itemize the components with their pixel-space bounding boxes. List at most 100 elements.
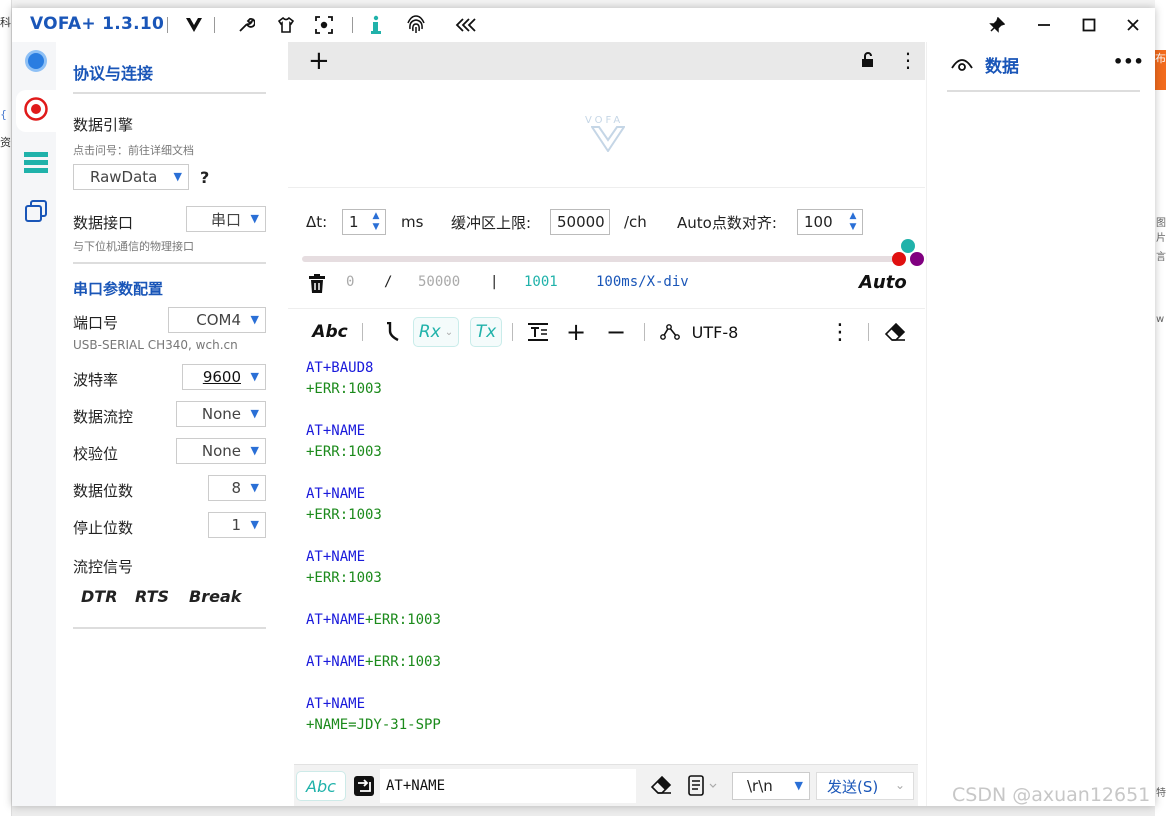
baud-value: 9600	[202, 368, 241, 386]
flow-control-label: 数据流控	[73, 408, 134, 426]
stop-bits-label: 停止位数	[73, 519, 134, 537]
eraser-icon[interactable]	[650, 775, 672, 798]
spinner-icon[interactable]: ▲ ▼	[369, 211, 383, 233]
auto-align-label: Auto点数对齐:	[677, 213, 777, 232]
log-line: AT+NAME	[306, 696, 366, 712]
spinner-icon[interactable]: ▲ ▼	[846, 211, 860, 233]
background-text: 特	[1156, 788, 1166, 799]
document-icon[interactable]	[688, 775, 718, 801]
dtr-toggle[interactable]: DTR	[81, 587, 118, 606]
phone-icon[interactable]	[380, 317, 404, 347]
timeline-slider[interactable]	[302, 256, 896, 262]
tx-toggle[interactable]: Tx	[470, 317, 502, 347]
background-app-right: 布 图片 言 w 特	[1155, 0, 1166, 816]
log-line: AT+NAME	[306, 486, 366, 502]
more-horizontal-icon[interactable]: •••	[1113, 52, 1144, 71]
break-toggle[interactable]: Break	[189, 587, 241, 606]
main-viewer: + ⋮ VOFA Δt: 1 ▲ ▼ ms 缓冲区上限: 50000 /ch Au…	[288, 42, 925, 806]
rail-item-connection[interactable]	[16, 42, 56, 84]
unlock-icon[interactable]	[860, 52, 876, 72]
fingerprint-icon[interactable]	[404, 13, 428, 37]
port-select[interactable]: COM4 ▼	[168, 307, 266, 333]
toolbar-separator	[362, 323, 363, 341]
data-bits-select[interactable]: 8 ▼	[208, 475, 266, 501]
line-ending-select[interactable]: \r\n ▼	[732, 772, 810, 800]
auto-align-input[interactable]: 100 ▲ ▼	[797, 209, 863, 235]
abc-button[interactable]: Abc	[310, 317, 350, 347]
vofa-logo-icon[interactable]	[182, 13, 206, 37]
pin-icon[interactable]	[982, 12, 1012, 38]
toolbar-separator	[352, 17, 353, 33]
encoding-select[interactable]: UTF-8	[690, 317, 740, 347]
stop-bits-value: 1	[231, 516, 241, 534]
rail-item-list[interactable]	[16, 144, 56, 186]
background-text: 言	[1156, 252, 1166, 263]
parity-select[interactable]: None ▼	[176, 438, 266, 464]
trash-icon[interactable]	[308, 274, 326, 298]
baud-label: 波特率	[73, 371, 119, 389]
help-button[interactable]: ?	[200, 168, 209, 187]
buffer-input[interactable]: 50000	[550, 209, 610, 235]
toolbar-separator	[214, 17, 215, 33]
send-input-value: AT+NAME	[386, 778, 446, 794]
add-tab-button[interactable]: +	[308, 46, 330, 76]
more-vertical-icon[interactable]: ⋮	[898, 48, 918, 72]
channel-dot-cyan[interactable]	[901, 239, 915, 253]
interface-select[interactable]: 串口 ▼	[186, 206, 266, 232]
info-icon[interactable]	[364, 13, 388, 37]
log-line: AT+NAME	[306, 423, 366, 439]
stat-max: 50000	[418, 274, 461, 290]
maximize-icon[interactable]	[1074, 12, 1104, 38]
wrench-icon[interactable]	[234, 13, 258, 37]
stop-bits-select[interactable]: 1 ▼	[208, 512, 266, 538]
buffer-label: 缓冲区上限:	[451, 213, 532, 232]
more-vertical-icon[interactable]: ⋮	[829, 317, 851, 347]
zoom-in-button[interactable]: +	[564, 317, 588, 347]
channel-dot-red[interactable]	[892, 252, 906, 266]
data-panel-title: 数据	[985, 57, 1019, 77]
chevron-down-icon: ⌄	[894, 778, 905, 792]
tshirt-icon[interactable]	[274, 13, 298, 37]
rx-toggle[interactable]: Rx ⌄	[413, 317, 459, 347]
eraser-icon[interactable]	[882, 317, 908, 347]
dt-input[interactable]: 1 ▲ ▼	[342, 209, 386, 235]
zoom-out-button[interactable]: −	[604, 317, 628, 347]
screenshot-icon[interactable]	[312, 13, 336, 37]
text-format-icon[interactable]	[526, 317, 550, 347]
baud-input[interactable]: 9600 ▼	[182, 364, 266, 390]
rts-toggle[interactable]: RTS	[135, 587, 169, 606]
minimize-icon[interactable]	[1029, 12, 1059, 38]
channel-dot-purple[interactable]	[910, 252, 924, 266]
engine-select[interactable]: RawData ▼	[73, 164, 189, 190]
rail-item-record[interactable]	[16, 90, 56, 132]
stat-division: 100ms/X-div	[596, 274, 689, 290]
vofa-window: VOFA+ 1.3.10 协议与连接 数据引擎 点击问号：前往详细文档 RawD…	[12, 8, 1155, 806]
send-input[interactable]: AT+NAME	[380, 769, 636, 803]
engine-hint: 点击问号：前往详细文档	[73, 144, 194, 157]
interface-label: 数据接口	[73, 214, 134, 232]
rail-item-windows[interactable]	[16, 192, 56, 234]
close-icon[interactable]	[1118, 12, 1148, 38]
parity-label: 校验位	[73, 445, 119, 463]
panel-title: 协议与连接	[73, 64, 154, 83]
auto-mode-button[interactable]: Auto	[859, 272, 907, 293]
background-text: 资	[0, 136, 11, 149]
send-button[interactable]: 发送(S) ⌄	[816, 772, 914, 800]
flow-control-select[interactable]: None ▼	[176, 401, 266, 427]
send-abc-toggle[interactable]: Abc	[296, 771, 346, 801]
log-line: +NAME=JDY-31-SPP	[306, 717, 441, 733]
network-icon[interactable]	[658, 317, 682, 347]
serial-config-title: 串口参数配置	[73, 280, 164, 298]
buffer-value: 50000	[557, 213, 605, 231]
port-label: 端口号	[73, 314, 119, 332]
log-line: +ERR:1003	[306, 570, 382, 586]
port-select-value: COM4	[196, 311, 241, 329]
background-text: 布	[1155, 52, 1166, 65]
protocol-panel: 协议与连接 数据引擎 点击问号：前往详细文档 RawData ▼ ? 数据接口 …	[57, 42, 287, 806]
send-mode-icon[interactable]	[354, 776, 374, 800]
collapse-icon[interactable]	[454, 13, 478, 37]
app-title: VOFA+ 1.3.10	[30, 14, 165, 34]
